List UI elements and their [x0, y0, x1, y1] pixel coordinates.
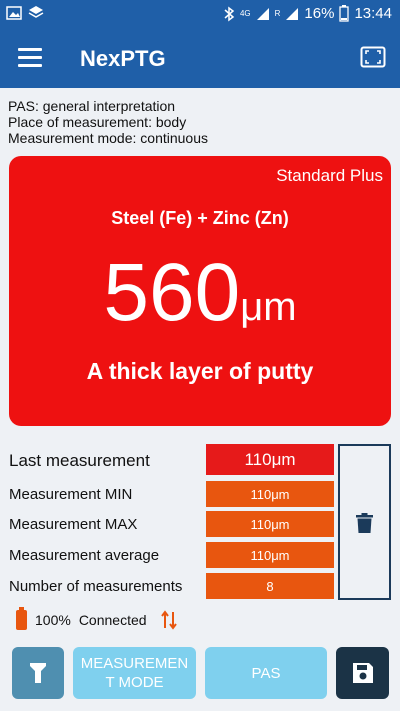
pas-info: PAS: general interpretation [8, 98, 176, 114]
battery-icon [339, 5, 350, 22]
min-label: Measurement MIN [9, 485, 133, 503]
status-bar: 4G R 16% 13:44 [0, 0, 400, 28]
min-value: 110μm [206, 481, 334, 507]
connection-label: Connected [78, 612, 147, 628]
battery-percent: 16% [304, 5, 335, 22]
network-type-label: 4G [239, 8, 251, 18]
measurement-info: PAS: general interpretation Place of mea… [8, 98, 208, 146]
result-unit: μm [240, 285, 297, 329]
app-bar: NexPTG [0, 28, 400, 88]
result-description: A thick layer of putty [86, 358, 314, 384]
material-label: Steel (Fe) + Zinc (Zn) [111, 208, 289, 228]
result-card: Standard Plus Steel (Fe) + Zinc (Zn) 560… [9, 156, 391, 426]
standard-label: Standard Plus [276, 166, 383, 185]
trash-icon [356, 513, 373, 533]
menu-icon[interactable] [18, 48, 42, 68]
flashlight-icon [30, 663, 46, 683]
signal-r-icon [286, 7, 299, 20]
max-value: 110μm [206, 511, 334, 537]
max-row: Measurement MAX [9, 510, 137, 538]
status-time: 13:44 [354, 5, 392, 22]
delete-measurements-button[interactable] [338, 444, 391, 600]
save-button[interactable] [336, 647, 389, 699]
fullscreen-icon[interactable] [360, 44, 386, 70]
device-battery-level: 100% [35, 612, 71, 628]
transfer-arrows-icon [160, 610, 177, 630]
average-value: 110μm [206, 542, 334, 568]
last-measurement-value: 110μm [206, 444, 334, 475]
measurement-mode-button[interactable]: MEASUREMEN T MODE [73, 647, 196, 699]
flashlight-button[interactable] [12, 647, 64, 699]
average-label: Measurement average [9, 546, 160, 564]
last-measurement-row: Last measurement [9, 447, 150, 475]
bluetooth-icon [224, 6, 235, 21]
device-battery-icon [16, 607, 27, 630]
layers-icon [28, 6, 44, 18]
count-value: 8 [206, 573, 334, 599]
count-label: Number of measurements [9, 577, 183, 595]
save-icon [352, 663, 373, 683]
mode-info: Measurement mode: continuous [8, 130, 208, 146]
place-info: Place of measurement: body [8, 114, 187, 130]
app-title: NexPTG [80, 46, 166, 71]
image-icon [6, 6, 22, 20]
average-row: Measurement average [9, 541, 159, 569]
pas-button[interactable]: PAS [205, 647, 327, 699]
roaming-label: R [274, 8, 281, 18]
count-row: Number of measurements [9, 572, 182, 600]
max-label: Measurement MAX [9, 515, 138, 533]
connection-status: 100% Connected [16, 607, 177, 630]
result-value: 560μm [9, 248, 391, 338]
min-row: Measurement MIN [9, 480, 132, 508]
result-number: 560 [103, 247, 241, 338]
signal-4g-icon [256, 7, 269, 20]
last-measurement-label: Last measurement [9, 451, 150, 470]
